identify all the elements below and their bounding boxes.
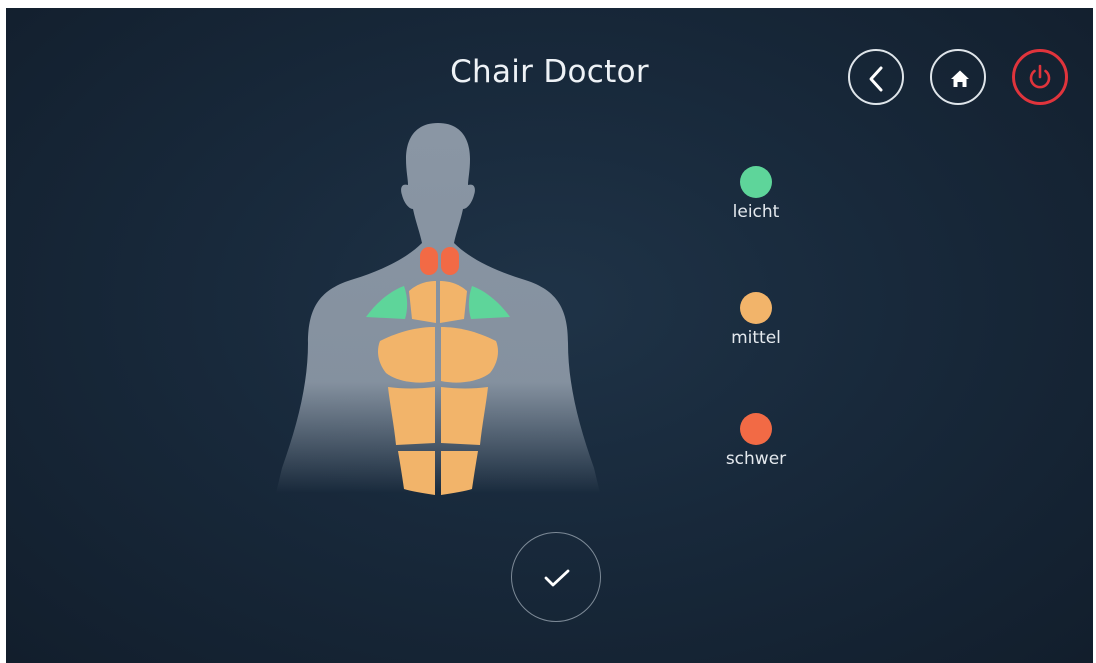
legend-item-heavy[interactable]: schwer (716, 413, 796, 469)
home-button[interactable] (930, 49, 986, 105)
legend-item-light[interactable]: leicht (716, 166, 796, 222)
legend-label: mittel (731, 328, 781, 348)
legend-dot-green (740, 166, 772, 198)
legend-dot-orange (740, 292, 772, 324)
chevron-left-icon (869, 66, 883, 92)
app-screen: Chair Doctor leicht mittel schwer (6, 8, 1093, 663)
legend-label: schwer (725, 449, 787, 469)
confirm-button[interactable] (511, 532, 601, 622)
body-silhouette (276, 123, 600, 493)
legend-label: leicht (732, 202, 780, 222)
power-icon (1029, 64, 1051, 89)
back-button[interactable] (848, 49, 904, 105)
legend-dot-red (740, 413, 772, 445)
legend-item-medium[interactable]: mittel (716, 292, 796, 348)
checkmark-icon (544, 569, 570, 587)
body-figure (276, 123, 600, 495)
home-icon (951, 70, 969, 87)
power-button[interactable] (1012, 49, 1068, 105)
